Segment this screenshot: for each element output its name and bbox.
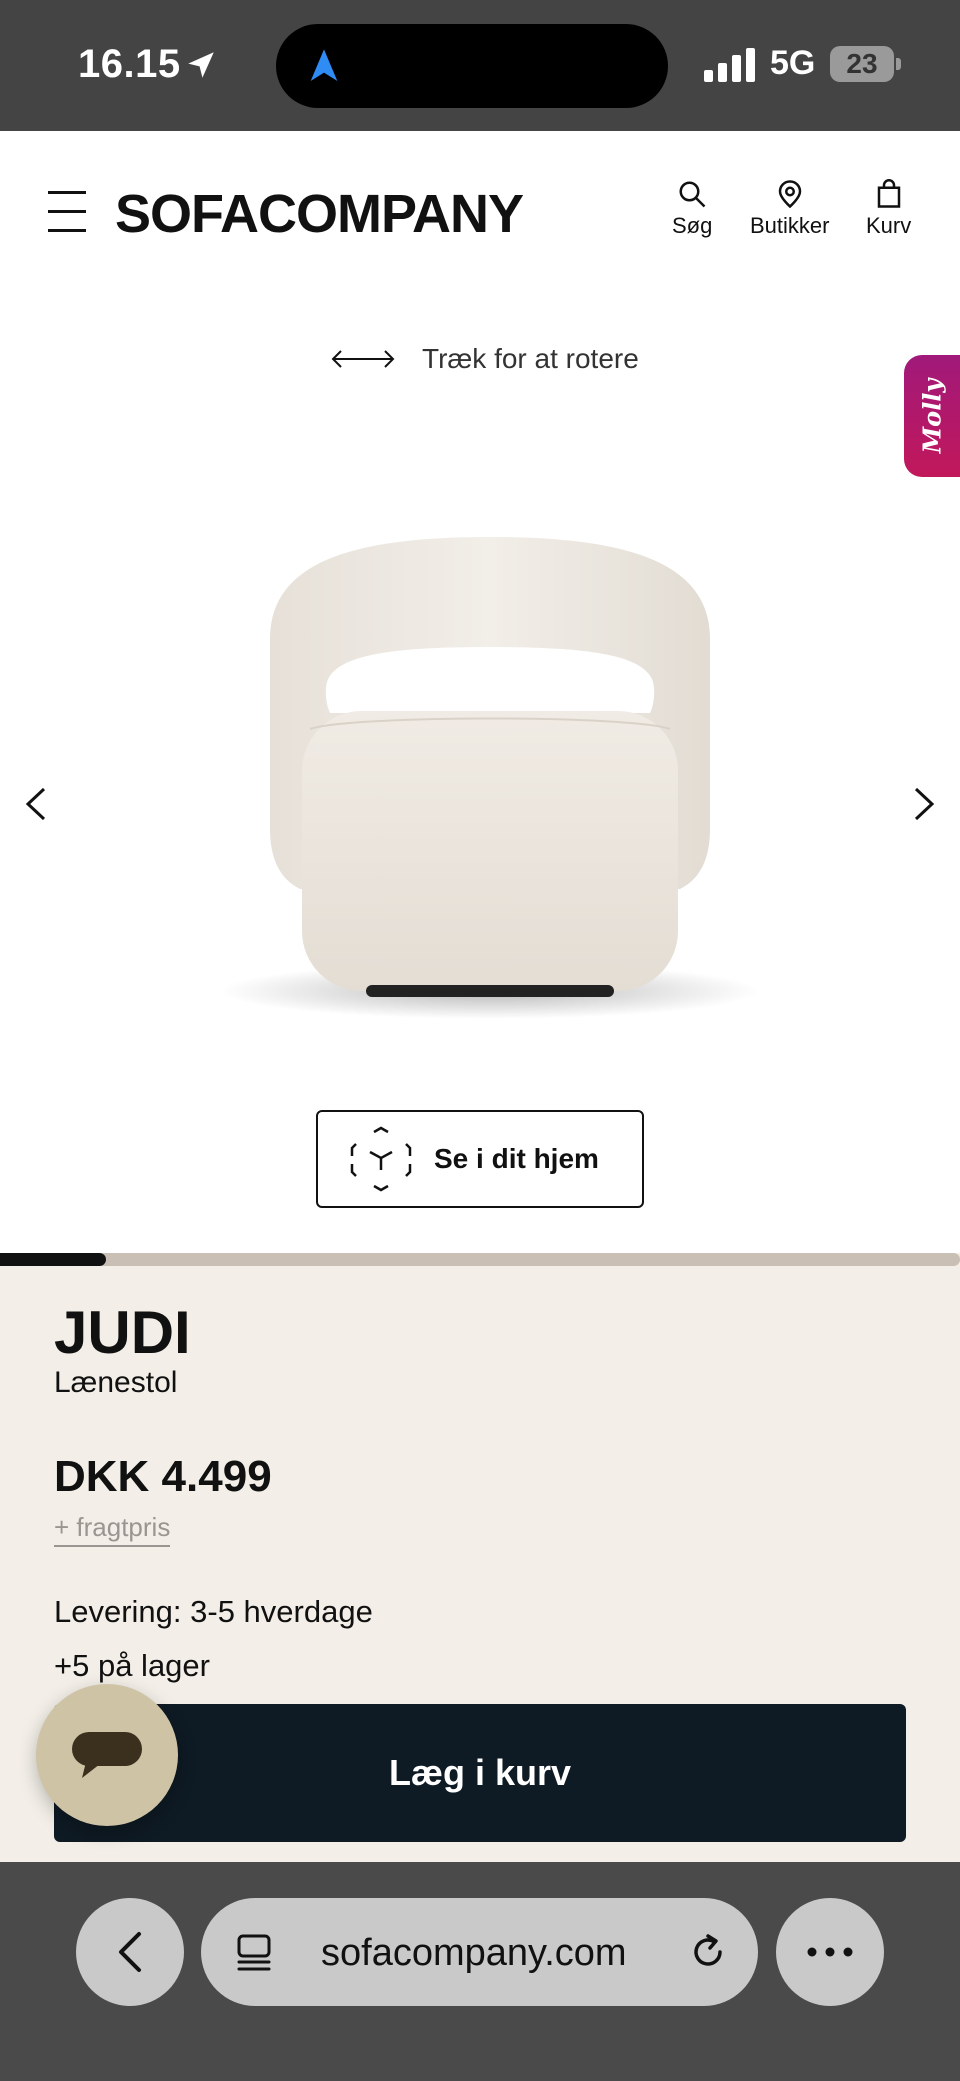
view-in-home-label: Se i dit hjem [434,1143,599,1174]
url-text: sofacompany.com [321,1932,627,1974]
status-bar: 16.15 5G 23 [0,0,960,131]
previous-image-icon[interactable] [16,779,56,829]
network-label: 5G [770,44,816,82]
product-name: JUDI [54,1299,191,1366]
ar-cube-icon [350,1126,412,1192]
shopping-bag-icon [877,179,900,208]
product-type: Lænestol [54,1366,178,1399]
battery-tip [896,58,901,70]
status-time: 16.15 [78,42,181,86]
navigation-app-icon [310,49,338,81]
nav-search-label: Søg [672,213,713,238]
back-icon [119,1932,141,1972]
add-to-cart-label: Læg i kurv [388,1752,572,1793]
location-arrow-icon [188,52,214,78]
browser-back-button[interactable] [76,1898,184,2006]
product-price: DKK 4.499 [54,1452,272,1501]
product-image-chair[interactable] [210,529,770,1029]
stock-info: +5 på lager [54,1648,210,1683]
dynamic-island [276,24,668,108]
nav-search[interactable]: Søg [672,179,712,239]
view-in-home-button[interactable]: Se i dit hjem [316,1110,644,1208]
browser-more-button[interactable] [776,1898,884,2006]
tabs-icon [237,1934,271,1971]
search-icon [679,181,706,208]
delivery-info: Levering: 3-5 hverdage [54,1594,373,1629]
rotate-hint: Træk for at rotere [330,343,639,375]
browser-toolbar: sofacompany.com [0,1862,960,2081]
add-to-cart-button[interactable]: Læg i kurv [54,1704,906,1842]
more-icon [807,1947,853,1957]
chat-icon [72,1732,142,1778]
rotate-hint-label: Træk for at rotere [422,343,639,374]
molly-assistant-tab[interactable]: Molly [904,355,960,477]
battery-icon: 23 [830,46,894,82]
signal-bars-icon [704,48,755,82]
image-progress-fill [0,1253,106,1266]
site-logo[interactable]: SOFACOMPANY [115,183,524,245]
nav-stores[interactable]: Butikker [750,179,829,239]
nav-cart[interactable]: Kurv [866,179,911,239]
double-arrow-icon [331,350,395,368]
location-pin-icon [778,180,801,209]
site-header: SOFACOMPANY Søg Butikker Kurv [0,131,960,299]
molly-tab-label: Molly [917,378,947,454]
nav-stores-label: Butikker [750,213,830,238]
reload-icon[interactable] [688,1932,728,1972]
nav-cart-label: Kurv [866,213,912,238]
image-progress-track [0,1253,960,1266]
next-image-icon[interactable] [904,779,944,829]
hamburger-menu-icon[interactable] [48,191,86,233]
url-bar[interactable]: sofacompany.com [201,1898,758,2006]
freight-price-link[interactable]: + fragtpris [54,1512,171,1547]
product-viewer[interactable]: Træk for at rotere Molly Se i dit hjem [0,299,960,1253]
chat-button[interactable] [36,1684,178,1826]
